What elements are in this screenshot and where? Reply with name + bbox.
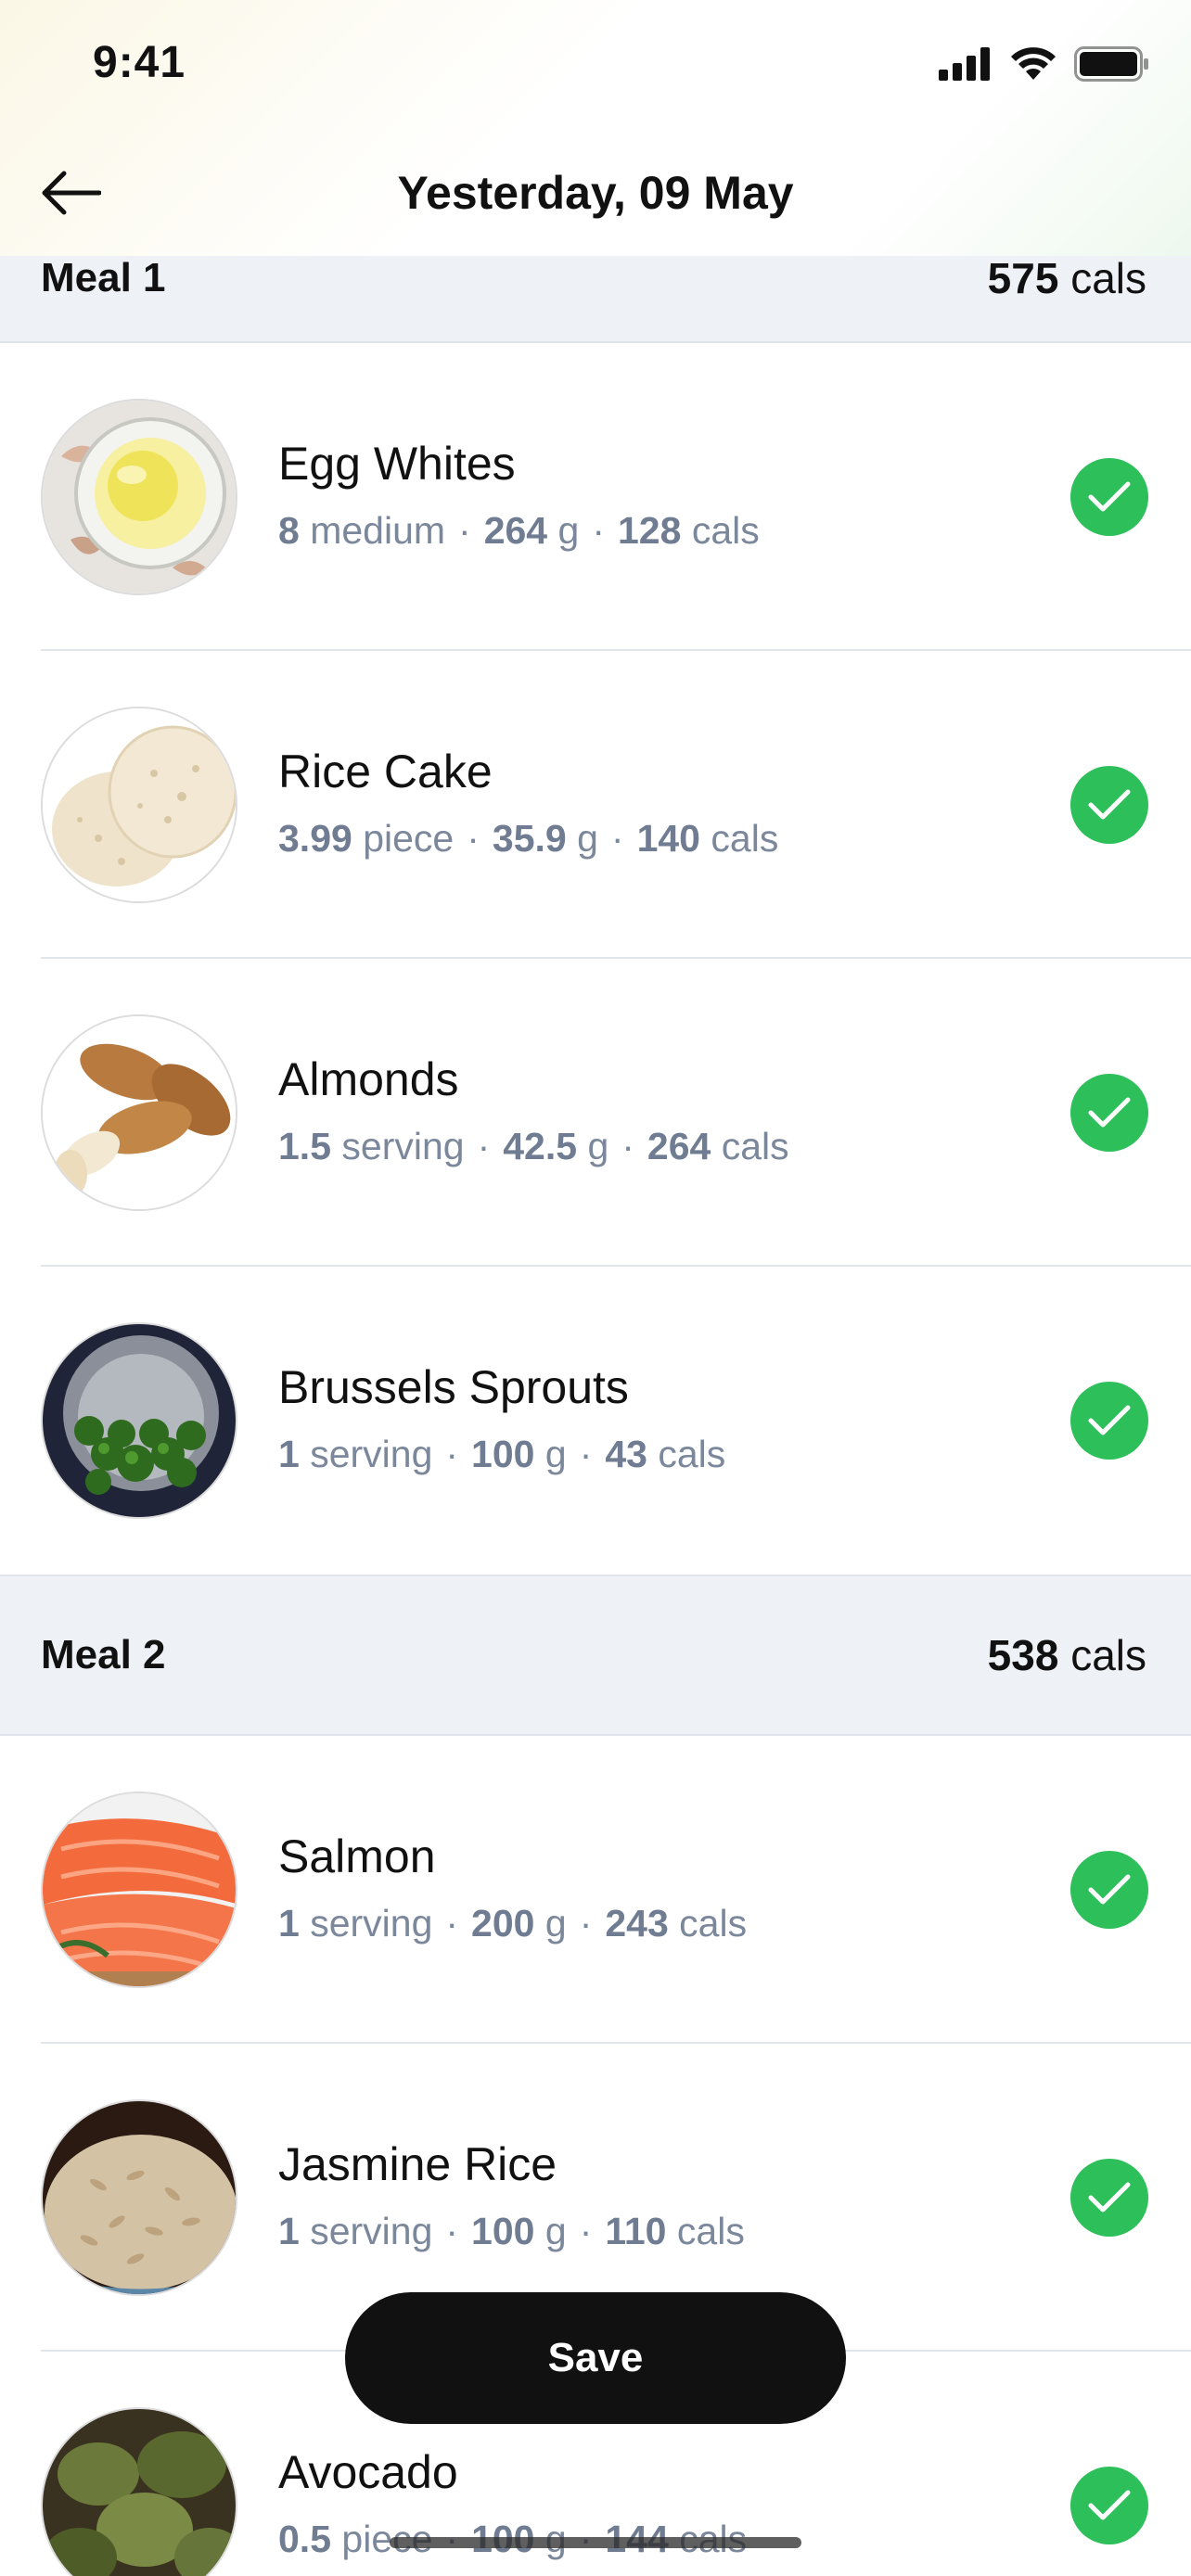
checked-toggle[interactable] bbox=[1070, 1074, 1148, 1152]
wifi-icon bbox=[1009, 46, 1057, 86]
checked-toggle[interactable] bbox=[1070, 458, 1148, 536]
food-name: Egg Whites bbox=[278, 438, 516, 490]
food-details: 1 serving · 100 g · 110 cals bbox=[278, 2210, 745, 2252]
food-row-almonds[interactable]: Almonds 1.5 serving · 42.5 g · 264 cals bbox=[0, 959, 1191, 1267]
checkmark-icon bbox=[1088, 2490, 1131, 2520]
food-name: Avocado bbox=[278, 2446, 458, 2498]
status-icons bbox=[939, 46, 1150, 86]
food-image bbox=[41, 707, 237, 903]
food-log-screen: 9:41 Yesterday, 09 May Meal 1 575 cals E… bbox=[0, 0, 1191, 2576]
arrow-left-icon bbox=[42, 171, 101, 215]
food-details: 8 medium · 264 g · 128 cals bbox=[278, 509, 760, 552]
food-image bbox=[41, 1322, 237, 1519]
food-row-brussels-sprouts[interactable]: Brussels Sprouts 1 serving · 100 g · 43 cals bbox=[0, 1267, 1191, 1575]
food-details: 1 serving · 200 g · 243 cals bbox=[278, 1902, 748, 1945]
meal-title: Meal 2 bbox=[41, 1632, 166, 1677]
checkmark-icon bbox=[1088, 789, 1131, 820]
checked-toggle[interactable] bbox=[1070, 1851, 1148, 1929]
status-time: 9:41 bbox=[93, 38, 186, 87]
food-image bbox=[41, 399, 237, 595]
food-name: Jasmine Rice bbox=[278, 2138, 557, 2190]
food-image bbox=[41, 1792, 237, 1988]
back-button[interactable] bbox=[37, 163, 104, 223]
meal-section-header: Meal 2 538 cals bbox=[0, 1575, 1191, 1736]
checkmark-icon bbox=[1088, 1874, 1131, 1905]
food-details: 3.99 piece · 35.9 g · 140 cals bbox=[278, 817, 779, 860]
checkmark-icon bbox=[1088, 2182, 1131, 2213]
food-name: Almonds bbox=[278, 1053, 459, 1105]
food-row-rice-cake[interactable]: Rice Cake 3.99 piece · 35.9 g · 140 cals bbox=[0, 651, 1191, 959]
save-button[interactable]: Save bbox=[345, 2292, 846, 2424]
meal-title: Meal 1 bbox=[41, 255, 166, 300]
page-title: Yesterday, 09 May bbox=[397, 167, 794, 219]
food-image bbox=[41, 2099, 237, 2296]
food-image bbox=[41, 2407, 237, 2576]
meal-total-calories: 538 cals bbox=[987, 1631, 1146, 1679]
checked-toggle[interactable] bbox=[1070, 2467, 1148, 2544]
checked-toggle[interactable] bbox=[1070, 766, 1148, 844]
food-details: 1 serving · 100 g · 43 cals bbox=[278, 1433, 726, 1475]
checkmark-icon bbox=[1088, 481, 1131, 512]
battery-icon bbox=[1074, 46, 1150, 86]
food-row-egg-whites[interactable]: Egg Whites 8 medium · 264 g · 128 cals bbox=[0, 343, 1191, 651]
checked-toggle[interactable] bbox=[1070, 2159, 1148, 2237]
food-row-salmon[interactable]: Salmon 1 serving · 200 g · 243 cals bbox=[0, 1736, 1191, 2044]
top-bar: 9:41 Yesterday, 09 May bbox=[0, 0, 1191, 256]
cellular-signal-icon bbox=[939, 47, 992, 85]
meal-total-calories: 575 cals bbox=[987, 254, 1146, 302]
food-name: Salmon bbox=[278, 1830, 436, 1882]
food-details: 1.5 serving · 42.5 g · 264 cals bbox=[278, 1125, 789, 1167]
checkmark-icon bbox=[1088, 1097, 1131, 1128]
checked-toggle[interactable] bbox=[1070, 1382, 1148, 1460]
home-indicator[interactable] bbox=[390, 2537, 801, 2548]
food-name: Brussels Sprouts bbox=[278, 1361, 629, 1413]
food-name: Rice Cake bbox=[278, 746, 493, 797]
checkmark-icon bbox=[1088, 1405, 1131, 1435]
food-image bbox=[41, 1014, 237, 1211]
